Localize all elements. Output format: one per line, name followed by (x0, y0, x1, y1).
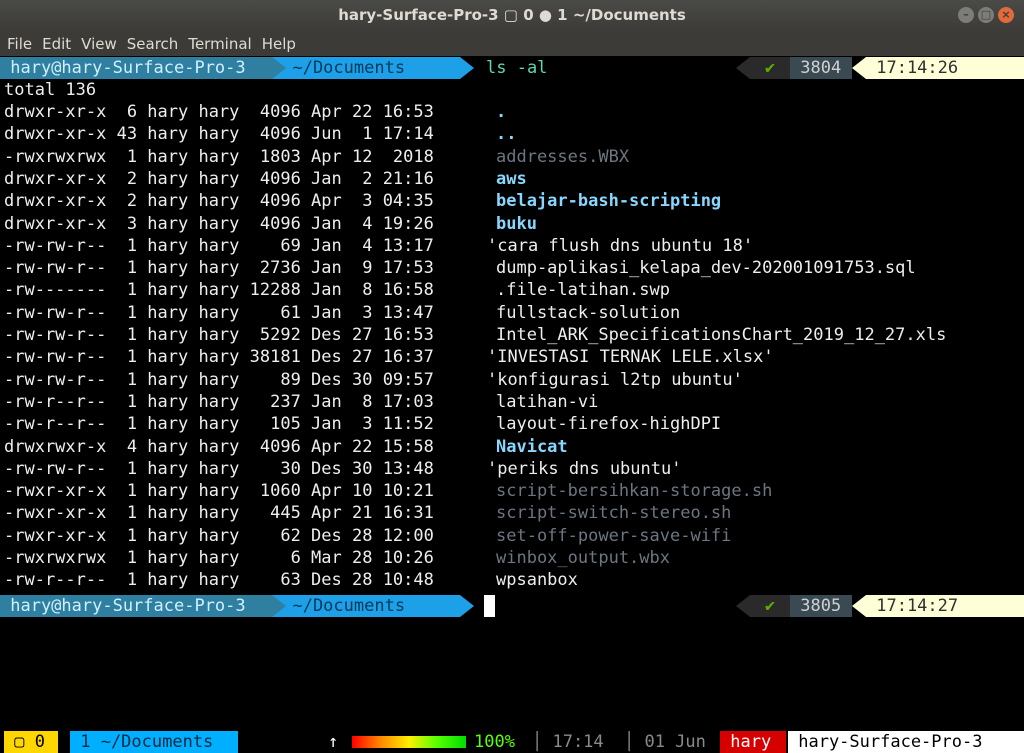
status-user: hary (720, 731, 786, 753)
listing-row-meta: -rwxrwxrwx 1 hary hary 6 Mar 28 10:26 (4, 548, 434, 568)
listing-row-meta: drwxr-xr-x 6 hary hary 4096 Apr 22 16:53 (4, 102, 434, 122)
listing-row-name: .. (496, 124, 517, 145)
listing-row-meta: -rw-rw-r-- 1 hary hary 30 Des 30 13:48 (4, 458, 434, 479)
listing-row-meta: drwxr-xr-x 2 hary hary 4096 Jan 2 21:16 (4, 168, 434, 189)
listing-row-name: buku (496, 213, 537, 234)
listing-row-meta: drwxrwxr-x 4 hary hary 4096 Apr 22 15:58 (4, 436, 434, 457)
battery-percent: 100% (474, 732, 515, 752)
listing-row-meta: -rw-r--r-- 1 hary hary 63 Des 28 10:48 (4, 570, 434, 591)
listing-row-name: . (496, 102, 507, 122)
listing-row-name: Intel_ARK_SpecificationsChart_2019_12_27… (496, 325, 947, 345)
listing-row-meta: -rwxr-xr-x 1 hary hary 62 Des 28 12:00 (4, 525, 434, 546)
listing-row-name: set-off-power-save-wifi (496, 525, 732, 546)
listing-row-meta: -rw-rw-r-- 1 hary hary 38181 Des 27 16:3… (4, 347, 434, 368)
listing-row-name: script-switch-stereo.sh (496, 503, 732, 524)
menu-bar: File Edit View Search Terminal Help (0, 31, 1024, 56)
terminal-window: hary-Surface-Pro-3 ▢ 0 ● 1 ~/Documents –… (0, 0, 1024, 753)
status-time: │ 17:14 (532, 732, 614, 752)
status-check: ✔ (750, 595, 790, 617)
arrow-separator (272, 57, 286, 79)
minimize-icon[interactable]: – (958, 7, 974, 23)
listing-row-name: belajar-bash-scripting (496, 191, 722, 212)
battery-gauge (352, 736, 466, 748)
listing-row-name: fullstack-solution (496, 302, 681, 323)
listing-row-name: dump-aplikasi_kelapa_dev-202001091753.sq… (496, 258, 916, 279)
listing-row-meta: -rw-rw-r-- 1 hary hary 5292 Des 27 16:53 (4, 325, 434, 345)
menu-search[interactable]: Search (120, 31, 182, 56)
window-controls: – □ × (958, 7, 1014, 23)
listing-row-name: 'periks dns ubuntu' (487, 458, 682, 479)
listing-row-meta: -rw-rw-r-- 1 hary hary 2736 Jan 9 17:53 (4, 258, 434, 279)
text-cursor (484, 595, 495, 617)
listing-row-meta: -rwxr-xr-x 1 hary hary 1060 Apr 10 10:21 (4, 481, 434, 502)
arrow-separator (272, 595, 286, 617)
listing-row-meta: -rw-rw-r-- 1 hary hary 69 Jan 4 13:17 (4, 235, 434, 256)
terminal-area[interactable]: hary@hary-Surface-Pro-3 ~/Documents ls -… (0, 57, 1024, 731)
status-date: │ 01 Jun (624, 732, 717, 752)
history-number: 3805 (790, 595, 852, 617)
upload-arrow-icon: ↑ (328, 732, 339, 752)
status-check: ✔ (750, 57, 790, 79)
prompt-user: hary@hary-Surface-Pro-3 (0, 595, 272, 617)
arrow-separator (736, 57, 750, 79)
listing-row-name: Navicat (496, 436, 568, 457)
listing-row-meta: -rw------- 1 hary hary 12288 Jan 8 16:58 (4, 280, 434, 301)
menu-help[interactable]: Help (255, 31, 299, 56)
listing-row-meta: -rwxrwxrwx 1 hary hary 1803 Apr 12 2018 (4, 146, 434, 167)
listing-row-name: .file-latihan.swp (496, 280, 670, 301)
menu-view[interactable]: View (74, 31, 120, 56)
arrow-separator (460, 57, 474, 79)
session-indicator[interactable]: ▢ 0 (4, 731, 58, 753)
total-line: total 136 (4, 80, 97, 100)
menu-terminal[interactable]: Terminal (181, 31, 254, 56)
prompt-time: 17:14:27 (866, 595, 1024, 617)
arrow-separator (852, 57, 866, 79)
history-number: 3804 (790, 57, 852, 79)
prompt-time: 17:14:26 (866, 57, 1024, 79)
listing-row-meta: drwxr-xr-x 43 hary hary 4096 Jun 1 17:14 (4, 124, 434, 145)
prompt-dir: ~/Documents (272, 57, 460, 79)
menu-file[interactable]: File (0, 31, 35, 56)
listing-row-name: aws (496, 168, 527, 189)
prompt-command: ls -al (486, 58, 548, 78)
arrow-separator (460, 595, 474, 617)
title-bar[interactable]: hary-Surface-Pro-3 ▢ 0 ● 1 ~/Documents –… (0, 0, 1024, 31)
listing-row-meta: -rw-rw-r-- 1 hary hary 61 Jan 3 13:47 (4, 302, 434, 323)
arrow-separator (852, 595, 866, 617)
menu-edit[interactable]: Edit (35, 31, 74, 56)
listing-row-name: 'INVESTASI TERNAK LELE.xlsx' (487, 347, 774, 368)
listing-row-meta: -rw-r--r-- 1 hary hary 105 Jan 3 11:52 (4, 414, 434, 435)
listing-row-name: wpsanbox (496, 570, 578, 591)
listing-row-name: addresses.WBX (496, 146, 630, 167)
listing-row-name: 'konfigurasi l2tp ubuntu' (487, 369, 743, 390)
window-title: hary-Surface-Pro-3 ▢ 0 ● 1 ~/Documents (338, 6, 686, 24)
listing-row-name: winbox_output.wbx (496, 548, 670, 568)
maximize-icon[interactable]: □ (978, 7, 994, 23)
listing-row-name: layout-firefox-highDPI (496, 414, 722, 435)
close-icon[interactable]: × (998, 7, 1014, 23)
arrow-separator (736, 595, 750, 617)
listing-row-meta: drwxr-xr-x 3 hary hary 4096 Jan 4 19:26 (4, 213, 434, 234)
listing-row-meta: -rwxr-xr-x 1 hary hary 445 Apr 21 16:31 (4, 503, 434, 524)
listing-row-name: script-bersihkan-storage.sh (496, 481, 773, 502)
prompt-line: hary@hary-Surface-Pro-3 ~/Documents ✔ 38… (0, 595, 1024, 617)
tmux-status-bar: ▢ 0 1 ~/Documents ↑ 100% │ 17:14 │ 01 Ju… (0, 731, 1024, 753)
prompt-line: hary@hary-Surface-Pro-3 ~/Documents ls -… (0, 57, 1024, 79)
listing-row-name: latihan-vi (496, 391, 599, 412)
prompt-user: hary@hary-Surface-Pro-3 (0, 57, 272, 79)
listing-row-meta: -rw-r--r-- 1 hary hary 237 Jan 8 17:03 (4, 391, 434, 412)
window-tab[interactable]: 1 ~/Documents (70, 731, 238, 753)
listing-row-meta: -rw-rw-r-- 1 hary hary 89 Des 30 09:57 (4, 369, 434, 390)
listing-row-meta: drwxr-xr-x 2 hary hary 4096 Apr 3 04:35 (4, 191, 434, 212)
listing-row-name: 'cara flush dns ubuntu 18' (487, 235, 754, 256)
prompt-dir: ~/Documents (272, 595, 460, 617)
status-host: hary-Surface-Pro-3 (788, 731, 1024, 753)
